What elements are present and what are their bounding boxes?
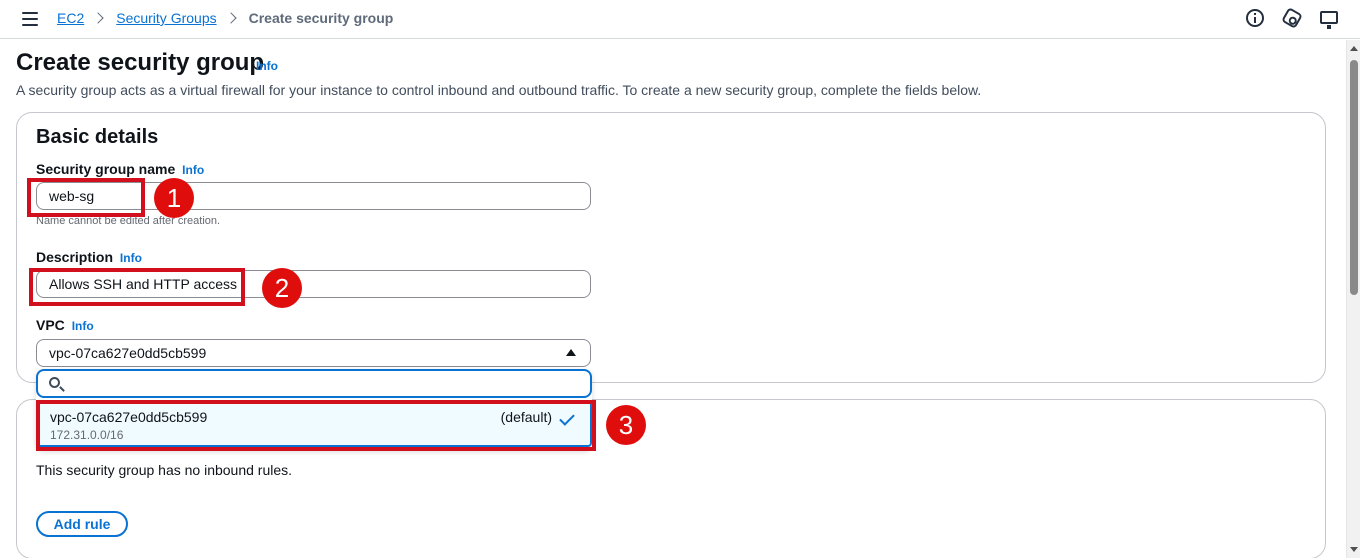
annotation-badge-3: 3	[606, 405, 646, 445]
security-group-name-info-link[interactable]: Info	[182, 163, 204, 177]
description-label-text: Description	[36, 249, 114, 265]
vpc-selected-value: vpc-07ca627e0dd5cb599	[49, 345, 207, 361]
no-inbound-rules-text: This security group has no inbound rules…	[36, 462, 293, 478]
annotation-highlight-vpc-option	[36, 400, 596, 451]
caret-up-icon	[566, 349, 576, 356]
page-scrollbar[interactable]	[1346, 40, 1360, 558]
vpc-select[interactable]: vpc-07ca627e0dd5cb599	[36, 339, 591, 367]
search-icon	[49, 377, 60, 388]
chevron-right-icon	[224, 12, 237, 24]
security-group-name-label: Security group name Info	[36, 161, 204, 177]
vpc-label: VPC Info	[36, 317, 94, 333]
info-circle-icon[interactable]	[1246, 9, 1264, 27]
scroll-up-arrow-icon[interactable]	[1350, 46, 1358, 51]
top-navigation-bar: EC2 Security Groups Create security grou…	[0, 0, 1360, 39]
basic-details-title: Basic details	[36, 126, 159, 148]
vpc-info-link[interactable]: Info	[72, 319, 94, 333]
breadcrumb: EC2 Security Groups Create security grou…	[57, 10, 393, 26]
scroll-thumb[interactable]	[1350, 60, 1358, 295]
page-title-info-link[interactable]: Info	[256, 59, 278, 73]
security-group-name-label-text: Security group name	[36, 161, 176, 177]
scroll-down-arrow-icon[interactable]	[1350, 547, 1358, 552]
annotation-highlight-name	[27, 178, 145, 217]
description-label: Description Info	[36, 249, 142, 265]
annotation-highlight-description	[29, 268, 245, 306]
vpc-label-text: VPC	[36, 317, 65, 333]
breadcrumb-current: Create security group	[248, 10, 394, 26]
page-description: A security group acts as a virtual firew…	[16, 82, 982, 98]
hamburger-menu-icon[interactable]	[22, 12, 38, 26]
screen-feedback-icon[interactable]	[1320, 11, 1338, 29]
annotation-badge-1: 1	[154, 178, 194, 218]
breadcrumb-ec2-link[interactable]: EC2	[57, 10, 84, 26]
page-title: Create security group	[16, 49, 265, 76]
top-utility-icons	[1246, 7, 1338, 29]
chevron-right-icon	[92, 12, 104, 24]
breadcrumb-security-groups-link[interactable]: Security Groups	[116, 10, 216, 26]
hexagon-settings-icon[interactable]	[1281, 7, 1303, 29]
vpc-filter-input[interactable]	[36, 369, 592, 398]
annotation-badge-2: 2	[262, 268, 302, 308]
description-info-link[interactable]: Info	[120, 251, 142, 265]
add-rule-button[interactable]: Add rule	[36, 511, 128, 537]
